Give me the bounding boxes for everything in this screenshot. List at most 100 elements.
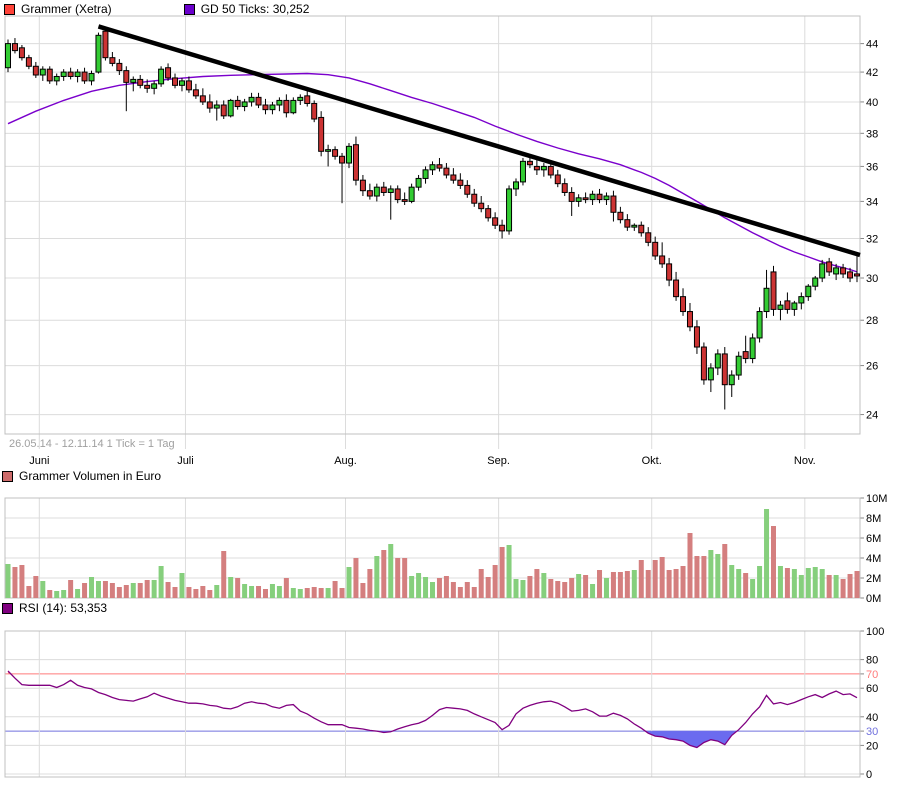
volume-bar — [166, 582, 171, 598]
candle-body — [228, 100, 233, 115]
volume-bar — [228, 577, 233, 598]
candle-body — [110, 58, 115, 64]
month-label: Sep. — [487, 455, 510, 467]
candle-body — [639, 225, 644, 233]
candle-body — [715, 354, 720, 368]
volume-panel: 10M8M6M4M2M0M — [5, 493, 887, 605]
candle-body — [235, 100, 240, 106]
volume-bar — [333, 581, 338, 598]
candle-body — [47, 69, 52, 81]
rsi-axis-tick-label: 70 — [866, 669, 878, 681]
candle-body — [145, 85, 150, 88]
candle-body — [430, 165, 435, 170]
volume-bar — [785, 568, 790, 598]
volume-bar — [667, 570, 672, 598]
candle-body — [569, 192, 574, 201]
volume-bar — [507, 545, 512, 598]
volume-bar — [402, 558, 407, 598]
month-label: Aug. — [334, 455, 357, 467]
candle-body — [771, 272, 776, 309]
candle-body — [437, 165, 442, 168]
date-range-note: 26.05.14 - 12.11.14 1 Tick = 1 Tag — [9, 438, 175, 450]
candle-body — [778, 305, 783, 309]
volume-bar — [54, 591, 59, 598]
candle-body — [40, 69, 45, 75]
volume-bar — [527, 576, 532, 598]
candle-body — [256, 97, 261, 105]
candle-body — [193, 90, 198, 96]
candle-body — [848, 272, 853, 278]
volume-bar — [110, 583, 115, 598]
volume-bar — [479, 569, 484, 598]
candle-body — [117, 63, 122, 70]
candle-body — [19, 48, 24, 58]
volume-bar — [12, 567, 17, 598]
main-legend: Grammer (Xetra) GD 50 Ticks: 30,252 — [4, 2, 309, 16]
candle-body — [451, 175, 456, 180]
candle-body — [855, 274, 860, 276]
price-axis-tick-label: 32 — [866, 234, 878, 246]
volume-bar — [353, 558, 358, 598]
candle-body — [54, 76, 59, 80]
volume-bar — [138, 583, 143, 598]
candle-body — [326, 150, 331, 152]
volume-bar — [500, 547, 505, 598]
candle-body — [346, 146, 351, 163]
candle-body — [319, 117, 324, 151]
candle-body — [500, 225, 505, 231]
candle-body — [388, 189, 393, 193]
price-axis-tick-label: 28 — [866, 315, 878, 327]
volume-bar — [611, 572, 616, 598]
volume-bar — [61, 590, 66, 598]
volume-bar — [430, 582, 435, 598]
candle-body — [708, 368, 713, 380]
candle-body — [207, 102, 212, 108]
candle-body — [124, 71, 129, 83]
candle-body — [785, 301, 790, 310]
candle-body — [750, 338, 755, 359]
volume-axis-tick-label: 10M — [866, 493, 887, 505]
price-axis-tick-label: 26 — [866, 361, 878, 373]
candle-body — [458, 180, 463, 185]
rsi-series-label: RSI (14): 53,353 — [19, 601, 107, 615]
candle-body — [103, 31, 108, 57]
volume-bar — [534, 569, 539, 598]
volume-bar — [701, 556, 706, 598]
candle-body — [834, 268, 839, 274]
volume-bar — [743, 573, 748, 598]
volume-bar — [541, 573, 546, 598]
volume-bar — [750, 579, 755, 598]
volume-bar — [848, 574, 853, 598]
rsi-axis-tick-label: 100 — [866, 626, 884, 638]
price-axis-tick-label: 34 — [866, 196, 878, 208]
candle-body — [68, 72, 73, 76]
volume-bar — [179, 573, 184, 598]
candle-body — [61, 72, 66, 76]
candle-body — [792, 303, 797, 309]
candle-body — [507, 189, 512, 231]
price-axis-tick-label: 30 — [866, 273, 878, 285]
volume-bar — [19, 565, 24, 598]
candle-body — [743, 352, 748, 359]
main-price-panel: 444240383634323028262426.05.14 - 12.11.1… — [5, 16, 878, 467]
candle-body — [138, 79, 143, 85]
volume-bar — [597, 570, 602, 598]
candle-body — [200, 96, 205, 102]
rsi-axis-tick-label: 40 — [866, 712, 878, 724]
volume-bar — [395, 558, 400, 598]
candle-body — [340, 156, 345, 163]
volume-bar — [47, 590, 52, 598]
volume-bar — [576, 574, 581, 598]
volume-bar — [639, 560, 644, 598]
volume-bar — [319, 588, 324, 598]
candle-body — [653, 242, 658, 256]
candle-body — [548, 166, 553, 175]
candle-body — [131, 79, 136, 82]
volume-bar — [249, 586, 254, 598]
price-axis-tick-label: 36 — [866, 161, 878, 173]
candle-body — [298, 97, 303, 100]
rsi-series-swatch-icon — [2, 603, 13, 614]
volume-bar — [340, 588, 345, 598]
volume-series-swatch-icon — [2, 471, 13, 482]
volume-bar — [722, 544, 727, 598]
